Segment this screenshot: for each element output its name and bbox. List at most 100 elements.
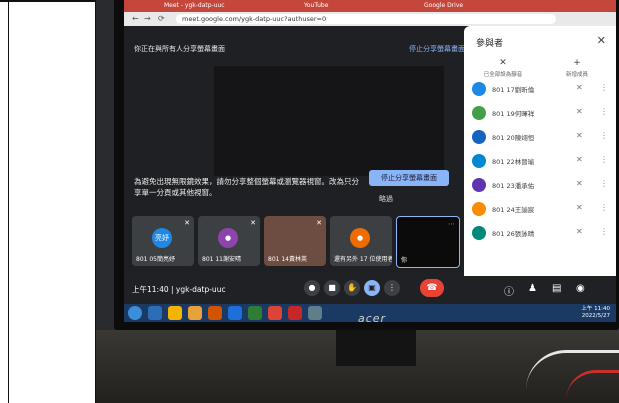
side-controls: ⓘ ♟ ▤ ◉ bbox=[464, 276, 616, 304]
browser-tab[interactable]: Google Drive bbox=[424, 1, 484, 11]
add-people-action[interactable]: + 新增成員 bbox=[542, 58, 612, 78]
participant-row[interactable]: 801 24王諭宸 ✕ ⋮ bbox=[472, 200, 612, 222]
clock-time: 上午 11:40 bbox=[581, 306, 610, 312]
start-icon[interactable] bbox=[128, 306, 142, 320]
mic-off-icon: ✕ bbox=[576, 83, 583, 92]
shared-screen-preview bbox=[214, 66, 444, 176]
browser-tab[interactable]: YouTube bbox=[304, 1, 354, 11]
dismiss-button[interactable]: 略過 bbox=[379, 194, 393, 204]
chrome-icon[interactable] bbox=[168, 306, 182, 320]
monitor-screen: Meet - ygk-datp-uuc YouTube Google Drive… bbox=[124, 0, 616, 304]
close-icon[interactable]: ✕ bbox=[597, 34, 606, 47]
system-clock: 上午 11:40 2022/5/27 bbox=[581, 306, 610, 320]
participant-tile[interactable]: ● 還有另外 17 位使用者 bbox=[330, 216, 392, 266]
presenting-banner: 你正在與所有人分享螢幕畫面 bbox=[134, 45, 225, 53]
forward-icon[interactable]: → bbox=[144, 14, 151, 23]
tile-name: 801 11謝安晴 bbox=[202, 256, 241, 263]
tile-name: 801 14黃林英 bbox=[268, 256, 307, 263]
raise-hand-icon[interactable]: ✋ bbox=[344, 280, 360, 296]
kebab-menu-icon[interactable]: ⋮ bbox=[600, 203, 608, 212]
mic-off-icon: ✕ bbox=[576, 107, 583, 116]
participant-row[interactable]: 801 26張詠晴 ✕ ⋮ bbox=[472, 224, 612, 246]
reload-icon[interactable]: ⟳ bbox=[158, 14, 165, 23]
meet-stage: 你正在與所有人分享螢幕畫面 停止分享螢幕畫面 為避免出現無限鏡效果，請勿分享整個… bbox=[124, 26, 465, 304]
stop-sharing-button[interactable]: 停止分享螢幕畫面 bbox=[369, 170, 449, 186]
avatar bbox=[472, 154, 486, 168]
self-tile[interactable]: ⋯ 你 bbox=[396, 216, 460, 268]
participant-name: 801 24王諭宸 bbox=[492, 206, 535, 214]
participants-panel: 參與者 ✕ ✕ 已全部設為靜音 + 新增成員 801 17劉昕倫 ✕ ⋮ 801… bbox=[464, 26, 616, 276]
avatar bbox=[472, 226, 486, 240]
hang-up-button[interactable]: ☎ bbox=[420, 279, 444, 297]
mute-all-action[interactable]: ✕ 已全部設為靜音 bbox=[468, 58, 538, 78]
camera-icon[interactable]: ■ bbox=[324, 280, 340, 296]
participant-row[interactable]: 801 17劉昕倫 ✕ ⋮ bbox=[472, 80, 612, 102]
participant-row[interactable]: 801 22林晉瑜 ✕ ⋮ bbox=[472, 152, 612, 174]
participant-tile[interactable]: ✕ 亮妤 801 05簡亮妤 bbox=[132, 216, 194, 266]
avatar: ● bbox=[350, 228, 370, 248]
tile-name: 你 bbox=[401, 257, 408, 264]
folder-icon[interactable] bbox=[188, 306, 202, 320]
participant-tile[interactable]: ✕ ● 801 11謝安晴 bbox=[198, 216, 260, 266]
monitor-stand bbox=[336, 330, 416, 366]
meet-control-bar: 上午11:40 | ygk-datp-uuc ● ■ ✋ ▣ ⋮ ☎ bbox=[124, 272, 464, 304]
browser-tab[interactable]: Meet - ygk-datp-uuc bbox=[164, 1, 234, 11]
edge-icon[interactable] bbox=[228, 306, 242, 320]
avatar bbox=[472, 82, 486, 96]
kebab-menu-icon[interactable]: ⋮ bbox=[600, 227, 608, 236]
kebab-menu-icon[interactable]: ⋮ bbox=[600, 179, 608, 188]
chrome-alt-icon[interactable] bbox=[268, 306, 282, 320]
chat-icon[interactable]: ▤ bbox=[552, 283, 561, 294]
people-icon[interactable]: ♟ bbox=[528, 283, 537, 294]
mic-off-icon: ✕ bbox=[576, 155, 583, 164]
mic-off-icon: ✕ bbox=[576, 227, 583, 236]
participant-name: 801 26張詠晴 bbox=[492, 230, 535, 238]
participant-row[interactable]: 801 20陳翊恒 ✕ ⋮ bbox=[472, 128, 612, 150]
participant-row[interactable]: 801 23潘承佑 ✕ ⋮ bbox=[472, 176, 612, 198]
more-icon[interactable]: ⋯ bbox=[448, 220, 455, 228]
more-options-icon[interactable]: ⋮ bbox=[384, 280, 400, 296]
panel-title: 參與者 bbox=[476, 39, 504, 49]
powerpoint-icon[interactable] bbox=[208, 306, 222, 320]
clock-date: 2022/5/27 bbox=[581, 313, 610, 319]
kebab-menu-icon[interactable]: ⋮ bbox=[600, 107, 608, 116]
avatar bbox=[472, 106, 486, 120]
mic-off-icon: ✕ bbox=[576, 131, 583, 140]
mic-off-icon: ✕ bbox=[576, 179, 583, 188]
back-icon[interactable]: ← bbox=[132, 14, 139, 23]
mic-icon[interactable]: ● bbox=[304, 280, 320, 296]
mic-off-icon: ✕ bbox=[184, 219, 190, 227]
participant-tile[interactable]: ✕ 801 14黃林英 bbox=[264, 216, 326, 266]
present-icon[interactable]: ▣ bbox=[364, 280, 380, 296]
kebab-menu-icon[interactable]: ⋮ bbox=[600, 155, 608, 164]
tile-name: 還有另外 17 位使用者 bbox=[334, 256, 392, 263]
info-icon[interactable]: ⓘ bbox=[504, 283, 514, 298]
activities-icon[interactable]: ◉ bbox=[576, 283, 585, 294]
taskbar-app-icon[interactable] bbox=[148, 306, 162, 320]
participant-name: 801 23潘承佑 bbox=[492, 182, 535, 190]
kebab-menu-icon[interactable]: ⋮ bbox=[600, 83, 608, 92]
participant-row[interactable]: 801 19何暉祥 ✕ ⋮ bbox=[472, 104, 612, 126]
add-person-icon: + bbox=[573, 58, 581, 68]
avatar bbox=[472, 130, 486, 144]
mute-all-label: 已全部設為靜音 bbox=[483, 72, 523, 78]
table-border-left bbox=[8, 2, 9, 403]
avatar: 亮妤 bbox=[152, 228, 172, 248]
monitor-brand-logo: acer bbox=[358, 312, 387, 325]
address-bar[interactable]: meet.google.com/ygk-datp-uuc?authuser=0 bbox=[176, 14, 556, 24]
tile-name: 801 05簡亮妤 bbox=[136, 256, 175, 263]
taskbar-app-icon[interactable] bbox=[308, 306, 322, 320]
mic-off-icon: ✕ bbox=[316, 219, 322, 227]
participant-name: 801 17劉昕倫 bbox=[492, 86, 535, 94]
monitor: Meet - ygk-datp-uuc YouTube Google Drive… bbox=[114, 0, 619, 330]
avatar: ● bbox=[218, 228, 238, 248]
add-people-label: 新增成員 bbox=[565, 72, 588, 78]
kebab-menu-icon[interactable]: ⋮ bbox=[600, 131, 608, 140]
banner-stop-link[interactable]: 停止分享螢幕畫面 bbox=[409, 44, 465, 54]
acrobat-icon[interactable] bbox=[288, 306, 302, 320]
mic-off-icon: ✕ bbox=[250, 219, 256, 227]
excel-icon[interactable] bbox=[248, 306, 262, 320]
avatar bbox=[472, 178, 486, 192]
meeting-info: 上午11:40 | ygk-datp-uuc bbox=[132, 285, 226, 294]
participant-name: 801 22林晉瑜 bbox=[492, 158, 535, 166]
